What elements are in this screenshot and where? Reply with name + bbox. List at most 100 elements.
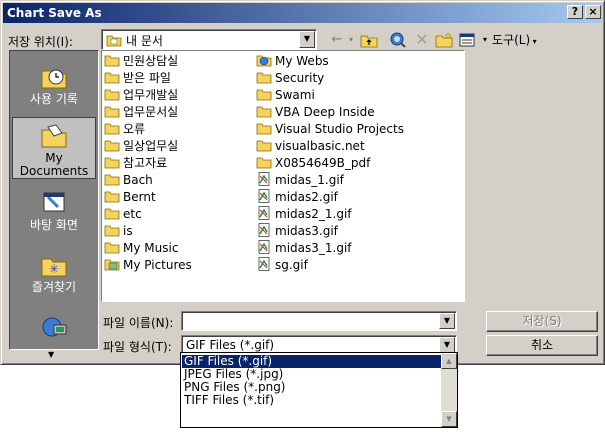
places-label: 바탕 화면 <box>30 218 78 232</box>
favorites-icon: ✳ <box>40 253 68 277</box>
file-list-item[interactable]: Swami <box>256 87 315 103</box>
file-list-item[interactable]: My Webs <box>256 53 329 69</box>
file-list-item[interactable]: 오류 <box>104 121 145 137</box>
file-list-item-name: midas3.gif <box>275 224 338 238</box>
file-list-item-name: Swami <box>275 88 315 102</box>
places-scroll-down-icon[interactable]: ▼ <box>48 350 54 359</box>
file-list-item-name: Visual Studio Projects <box>275 122 404 136</box>
my-documents-small-icon <box>106 33 122 50</box>
file-list-item[interactable]: etc <box>104 206 142 222</box>
file-list-item-name: Security <box>275 71 325 85</box>
file-list-item[interactable]: sg.gif <box>256 257 308 273</box>
folder-icon <box>104 189 120 203</box>
file-list-item[interactable]: midas2.gif <box>256 189 338 205</box>
pictures-folder-icon <box>104 257 120 271</box>
chevron-down-icon[interactable]: ▼ <box>439 337 455 353</box>
file-list-item-name: My Music <box>123 241 179 255</box>
history-icon <box>40 65 68 89</box>
places-item-history[interactable]: 사용 기록 <box>12 59 96 121</box>
folder-icon <box>256 155 272 169</box>
file-list-item[interactable]: 업무문서실 <box>104 104 178 120</box>
save-button[interactable]: 저장(S) <box>486 311 598 332</box>
file-list-item-name: is <box>123 224 133 238</box>
file-list-item-name: 받은 파일 <box>123 71 171 85</box>
file-list-item[interactable]: 받은 파일 <box>104 70 171 86</box>
file-list-item[interactable]: visualbasic.net <box>256 138 365 154</box>
scroll-down-icon[interactable]: ▼ <box>441 411 457 427</box>
chevron-down-icon[interactable]: ▼ <box>439 313 455 329</box>
file-list-item-name: 업무개발실 <box>123 88 179 102</box>
file-list-item-name: midas_1.gif <box>275 173 344 187</box>
scroll-up-icon[interactable]: ▲ <box>441 353 457 369</box>
file-list-item-name: 일상업무실 <box>123 139 179 153</box>
save-in-value: 내 문서 <box>126 34 163 48</box>
file-list-item-name: sg.gif <box>275 258 308 272</box>
file-list-item[interactable]: midas2_1.gif <box>256 206 352 222</box>
folder-icon <box>256 138 272 152</box>
file-list-item[interactable]: 민원상담실 <box>104 53 178 69</box>
up-folder-icon[interactable] <box>359 30 379 50</box>
dropdown-scrollbar[interactable]: ▲ ▼ <box>441 353 457 427</box>
folder-icon <box>104 121 120 135</box>
file-list-item[interactable]: Visual Studio Projects <box>256 121 404 137</box>
svg-text:✳: ✳ <box>49 262 59 276</box>
places-item-favorites[interactable]: ✳ 즐겨찾기 <box>12 247 96 309</box>
file-list-item-name: My Pictures <box>123 258 192 272</box>
help-button[interactable]: ? <box>567 5 583 19</box>
delete-icon[interactable]: ✕ <box>412 30 432 50</box>
places-item-my-documents[interactable]: My Documents <box>12 117 96 179</box>
desktop-icon <box>40 191 68 215</box>
gif-file-icon <box>256 240 272 254</box>
places-item-desktop[interactable]: 바탕 화면 <box>12 185 96 247</box>
window-title: Chart Save As <box>7 6 102 20</box>
places-label: My Documents <box>19 151 89 178</box>
file-name-input[interactable]: ▼ <box>181 311 457 331</box>
file-list-item-name: Bach <box>123 173 153 187</box>
file-list-item[interactable]: midas3.gif <box>256 223 338 239</box>
file-type-option[interactable]: TIFF Files (*.tif) <box>182 394 274 407</box>
save-in-label: 저장 위치(I): <box>8 35 73 49</box>
folder-icon <box>104 172 120 186</box>
tools-menu[interactable]: 도구(L) ▾ <box>492 30 552 50</box>
chevron-down-icon[interactable]: ▼ <box>299 31 315 48</box>
tools-dropdown-icon: ▾ <box>530 37 537 46</box>
gif-file-icon <box>256 189 272 203</box>
places-label: 사용 기록 <box>30 92 78 106</box>
file-list-item-name: midas2.gif <box>275 190 338 204</box>
network-places-icon <box>40 315 68 339</box>
file-list-item[interactable]: 일상업무실 <box>104 138 178 154</box>
file-list: 민원상담실받은 파일업무개발실업무문서실오류일상업무실참고자료 Bach Bernt… <box>101 50 465 302</box>
folder-icon <box>104 87 120 101</box>
file-list-item[interactable]: VBA Deep Inside <box>256 104 375 120</box>
file-list-item[interactable]: Security <box>256 70 324 86</box>
file-list-item[interactable]: Bernt <box>104 189 156 205</box>
file-type-dropdown-list: GIF Files (*.gif) JPEG Files (*.jpg) PNG… <box>180 352 458 428</box>
file-list-item[interactable]: 참고자료 <box>104 155 167 171</box>
folder-icon <box>256 121 272 135</box>
file-list-item[interactable]: My Music <box>104 240 178 256</box>
file-list-item[interactable]: My Pictures <box>104 257 192 273</box>
file-list-item[interactable]: 업무개발실 <box>104 87 178 103</box>
back-dropdown-icon[interactable]: ▾ <box>341 30 361 50</box>
close-button[interactable]: × <box>585 5 601 19</box>
file-list-item[interactable]: midas3_1.gif <box>256 240 352 256</box>
save-as-dialog: Chart Save As ? × 저장 위치(I): 내 문서 ▼ ← ▾ ✕… <box>0 0 605 365</box>
tools-label: 도구(L) <box>492 33 531 47</box>
file-list-item[interactable]: Bach <box>104 172 153 188</box>
cancel-button[interactable]: 취소 <box>486 335 598 356</box>
search-web-icon[interactable] <box>388 30 408 50</box>
file-list-item-name: midas3_1.gif <box>275 241 352 255</box>
file-list-item-name: midas2_1.gif <box>275 207 352 221</box>
file-list-item[interactable]: midas_1.gif <box>256 172 344 188</box>
file-list-item-name: My Webs <box>275 54 329 68</box>
views-icon[interactable] <box>457 30 477 50</box>
file-list-item-name: 오류 <box>123 122 146 136</box>
web-folder-icon <box>256 53 272 67</box>
file-list-item[interactable]: is <box>104 223 133 239</box>
new-folder-icon[interactable] <box>434 30 454 50</box>
file-list-item[interactable]: X0854649B_pdf <box>256 155 370 171</box>
gif-file-icon <box>256 223 272 237</box>
folder-icon <box>104 155 120 169</box>
save-in-combo[interactable]: 내 문서 ▼ <box>101 29 317 50</box>
places-item-network[interactable] <box>12 309 96 349</box>
